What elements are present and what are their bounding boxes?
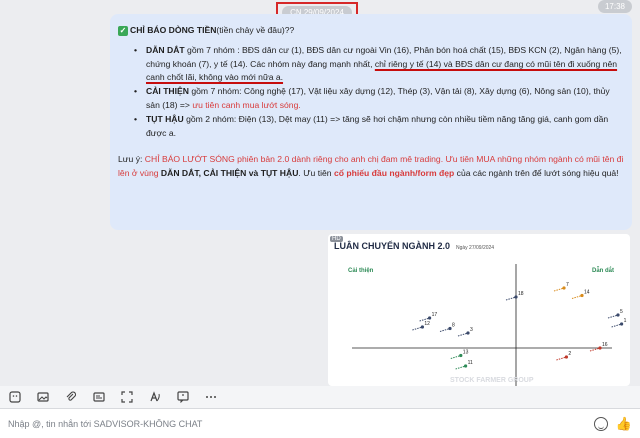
bullet-text: gồm 2 nhóm: Điện (13), Dệt may (11) => t…	[146, 113, 609, 138]
attach-icon[interactable]	[64, 390, 78, 404]
like-icon[interactable]: 👍	[616, 416, 632, 432]
point-label: 12	[424, 321, 430, 327]
bullet-tut-hau: TỤT HẬU gồm 2 nhóm: Điện (13), Dệt may (…	[134, 113, 624, 141]
point-label: 2	[568, 351, 571, 357]
point-label: 18	[518, 291, 524, 297]
point-label: 16	[602, 342, 608, 348]
points-layer: 1217 8 3 18 7 14 51 16 2 13 11	[412, 282, 627, 370]
quadrant-label-left: Cải thiện	[348, 268, 374, 274]
point-label: 13	[463, 350, 469, 356]
more-icon[interactable]	[204, 390, 218, 404]
rotation-chart: LUÂN CHUYỂN NGÀNH 2.0 Ngày 27/09/2024 Cả…	[334, 240, 627, 386]
note-bold: DẪN DẮT, CẢI THIỆN và TỤT HẬU	[160, 168, 299, 179]
bullet-head: CẢI THIỆN	[146, 86, 189, 97]
note-red2: cổ phiếu đầu ngành/form đẹp	[333, 168, 455, 179]
text-format-icon[interactable]	[148, 390, 162, 404]
note-mid: . Ưu tiên	[298, 168, 334, 179]
chart-date: Ngày 27/09/2024	[456, 245, 494, 251]
emoji-icon[interactable]	[593, 416, 608, 431]
point-label: 5	[620, 309, 623, 315]
message-composer: 👍	[0, 408, 640, 438]
note-end: của các ngành trên để lướt sóng hiệu quả…	[454, 168, 619, 179]
sticker-icon[interactable]	[8, 390, 22, 404]
note-label: Lưu ý:	[118, 154, 143, 165]
bullet-head: DẪN DẮT	[146, 44, 185, 55]
bullet-cai-thien: CẢI THIỆN gồm 7 nhóm: Công nghệ (17), Vậ…	[134, 85, 624, 113]
point-label: 17	[432, 312, 438, 318]
point-label: 3	[470, 327, 473, 333]
bullet-list: DẪN DẮT gồm 7 nhóm : BĐS dân cư (1), BĐS…	[118, 44, 624, 141]
message-bubble[interactable]: ✓ CHỈ BÁO DÒNG TIỀN (tiền chảy về đâu)??…	[110, 14, 632, 230]
title-rest: (tiền chảy về đâu)??	[216, 25, 295, 35]
title-bold: CHỈ BÁO DÒNG TIỀN	[130, 25, 217, 35]
message-title: ✓ CHỈ BÁO DÒNG TIỀN (tiền chảy về đâu)??	[118, 24, 624, 38]
chart-title: LUÂN CHUYỂN NGÀNH 2.0	[334, 240, 450, 251]
contact-card-icon[interactable]	[92, 390, 106, 404]
chart-image[interactable]: LUÂN CHUYỂN NGÀNH 2.0 Ngày 27/09/2024 Cả…	[328, 234, 630, 386]
composer-toolbar	[0, 386, 640, 408]
image-icon[interactable]	[36, 390, 50, 404]
chart-watermark: STOCK FARMER GROUP	[450, 377, 534, 384]
point-label: 14	[584, 290, 590, 296]
check-icon: ✓	[118, 25, 128, 36]
message-input[interactable]	[8, 418, 588, 429]
screenshot-icon[interactable]	[120, 390, 134, 404]
message-note: Lưu ý: CHỈ BÁO LƯỚT SÓNG phiên bản 2.0 d…	[118, 153, 624, 181]
point-label: 7	[566, 282, 569, 288]
bullet-red: ưu tiên canh mua lướt sóng.	[192, 99, 301, 110]
bullet-head: TỤT HẬU	[146, 113, 184, 124]
quadrant-label-right: Dẫn dắt	[592, 267, 614, 274]
quote-icon[interactable]	[176, 390, 190, 404]
bullet-dan-dat: DẪN DẮT gồm 7 nhóm : BĐS dân cư (1), BĐS…	[134, 44, 624, 85]
hd-badge: HD	[330, 236, 343, 242]
point-label: 1	[624, 318, 627, 324]
point-label: 8	[452, 323, 455, 329]
point-label: 11	[468, 360, 473, 366]
time-badge: 17:38	[597, 0, 632, 13]
